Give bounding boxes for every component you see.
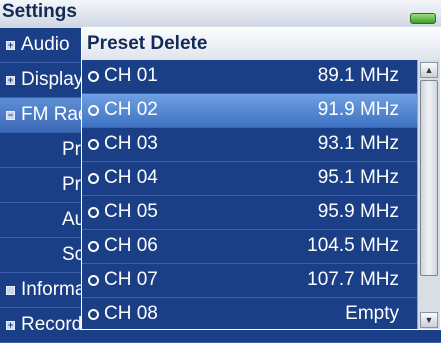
- expand-icon: +: [6, 75, 15, 85]
- collapse-icon: −: [6, 110, 15, 120]
- preset-frequency: 107.7 MHz: [307, 269, 399, 290]
- radio-circle-icon: [88, 275, 99, 286]
- preset-item[interactable]: CH 01 89.1 MHz: [82, 60, 417, 94]
- preset-frequency: 91.9 MHz: [317, 99, 399, 120]
- radio-circle-icon: [88, 71, 99, 82]
- scroll-thumb[interactable]: [420, 80, 438, 276]
- settings-menu-item-label: Record: [21, 314, 83, 335]
- preset-item[interactable]: CH 06 104.5 MHz: [82, 230, 417, 264]
- radio-circle-icon: [88, 105, 99, 116]
- item-bullet-icon: [6, 286, 15, 295]
- scroll-down-button[interactable]: ▼: [420, 312, 438, 328]
- radio-circle-icon: [88, 173, 99, 184]
- expand-icon: +: [6, 320, 15, 330]
- preset-item[interactable]: CH 05 95.9 MHz: [82, 196, 417, 230]
- preset-channel: CH 06: [104, 235, 158, 256]
- radio-circle-icon: [88, 309, 99, 320]
- radio-circle-icon: [88, 207, 99, 218]
- preset-item[interactable]: CH 02 91.9 MHz: [82, 94, 417, 128]
- preset-channel: CH 07: [104, 269, 158, 290]
- preset-item[interactable]: CH 03 93.1 MHz: [82, 128, 417, 162]
- scroll-up-button[interactable]: ▲: [420, 62, 438, 78]
- radio-circle-icon: [88, 241, 99, 252]
- expand-icon: +: [6, 40, 15, 50]
- preset-frequency: 104.5 MHz: [307, 235, 399, 256]
- dialog-title-bar: Preset Delete: [82, 28, 440, 60]
- preset-frequency: 93.1 MHz: [317, 133, 399, 154]
- preset-channel: CH 02: [104, 99, 158, 120]
- preset-frequency: 95.1 MHz: [317, 167, 399, 188]
- preset-channel: CH 04: [104, 167, 158, 188]
- preset-channel: CH 03: [104, 133, 158, 154]
- preset-delete-dialog: Preset Delete CH 01 89.1 MHz CH 02 91.9 MHz…: [81, 27, 441, 330]
- preset-item[interactable]: CH 04 95.1 MHz: [82, 162, 417, 196]
- preset-item[interactable]: CH 08 Empty: [82, 298, 417, 329]
- battery-icon: [410, 13, 436, 24]
- preset-item[interactable]: CH 07 107.7 MHz: [82, 264, 417, 298]
- preset-frequency: 89.1 MHz: [317, 65, 399, 86]
- settings-menu-item-label: Display: [21, 69, 84, 90]
- preset-channel: CH 01: [104, 65, 158, 86]
- preset-channel: CH 05: [104, 201, 158, 222]
- radio-circle-icon: [88, 139, 99, 150]
- scrollbar[interactable]: ▲ ▼: [417, 60, 440, 329]
- settings-menu-item-label: Audio: [21, 34, 70, 55]
- preset-frequency: 95.9 MHz: [317, 201, 399, 222]
- page-title: Settings: [2, 1, 77, 22]
- preset-channel: CH 08: [104, 303, 158, 324]
- dialog-title: Preset Delete: [87, 33, 208, 54]
- preset-frequency: Empty: [345, 303, 399, 324]
- title-bar: Settings: [0, 0, 441, 28]
